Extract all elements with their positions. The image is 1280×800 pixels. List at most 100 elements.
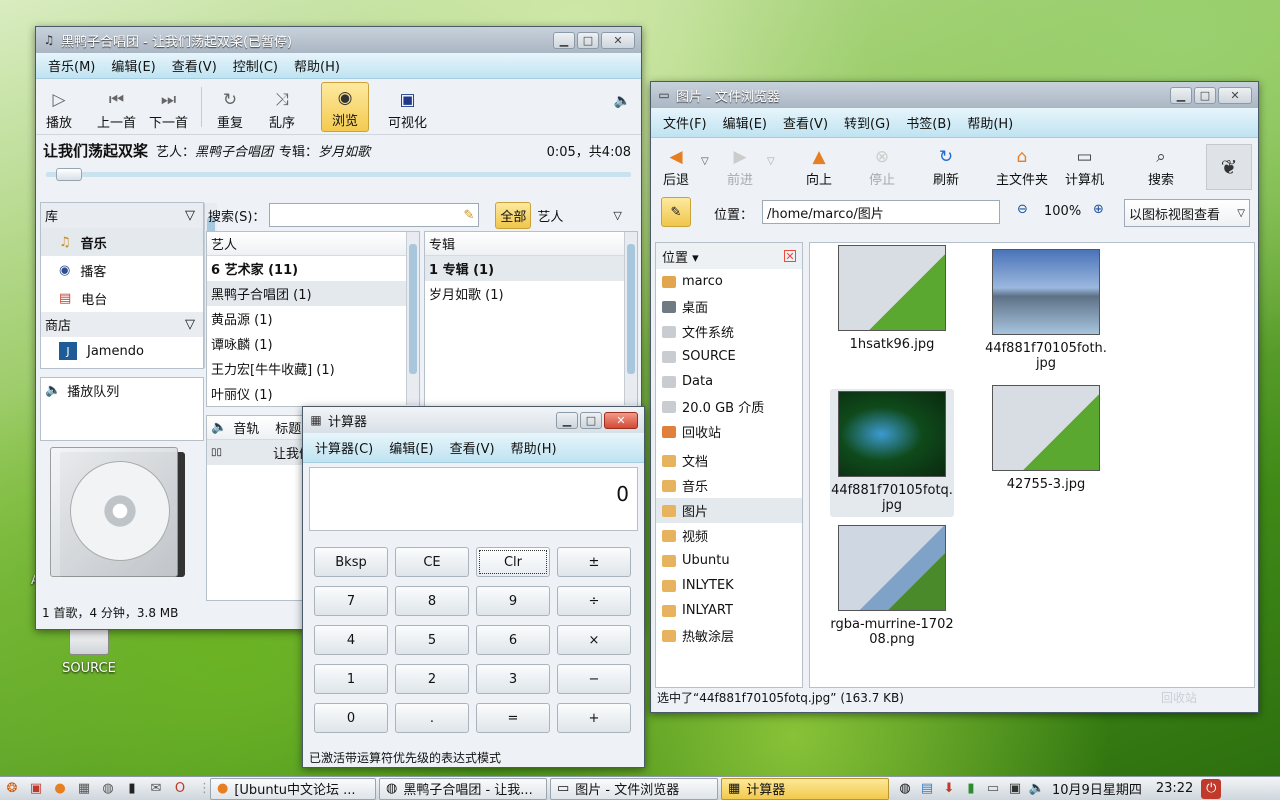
digit-2-button[interactable]: 2 <box>395 664 469 694</box>
forward-button[interactable]: ▶ 前进 <box>727 144 753 188</box>
bookmark-music[interactable]: 音乐 <box>656 473 802 498</box>
maximize-button[interactable]: □ <box>577 31 599 49</box>
close-button[interactable]: ✕ <box>604 411 638 429</box>
calculator-titlebar[interactable]: ▦ 计算器 ▁ □ ✕ <box>303 407 644 433</box>
previous-button[interactable]: ⏮ 上一首 <box>97 85 136 131</box>
digit-1-button[interactable]: 1 <box>314 664 388 694</box>
digit-8-button[interactable]: 8 <box>395 586 469 616</box>
file-item[interactable]: rgba-murrine-170208.png <box>830 525 954 647</box>
artist-scrollbar[interactable] <box>406 232 419 405</box>
menu-edit[interactable]: 编辑(E) <box>381 438 441 457</box>
task-forum[interactable]: ● [Ubuntu中文论坛 ... <box>210 777 376 800</box>
menu-file[interactable]: 文件(F) <box>655 113 715 132</box>
file-item[interactable]: 1hsatk96.jpg <box>830 245 954 352</box>
bookmark-inlyart[interactable]: INLYART <box>656 598 802 623</box>
search-button[interactable]: ⌕ 搜索 <box>1148 144 1174 188</box>
back-button[interactable]: ◀ 后退 <box>663 144 689 188</box>
album-scrollbar[interactable] <box>624 232 637 405</box>
shuffle-button[interactable]: ⤨ 乱序 <box>269 85 295 131</box>
minimize-button[interactable]: ▁ <box>553 31 575 49</box>
clock-time[interactable]: 23:22 <box>1156 781 1193 796</box>
place-filesystem[interactable]: 文件系统 <box>656 319 802 344</box>
clear-entry-button[interactable]: CE <box>395 547 469 577</box>
list-item[interactable]: 黄品源 (1) <box>207 306 419 331</box>
place-desktop[interactable]: 桌面 <box>656 294 802 319</box>
backspace-button[interactable]: Bksp <box>314 547 388 577</box>
maximize-button[interactable]: □ <box>580 411 602 429</box>
list-item[interactable]: 6 艺术家 (11) <box>207 256 419 281</box>
menu-go[interactable]: 转到(G) <box>836 113 898 132</box>
list-item[interactable]: 王力宏[牛牛收藏] (1) <box>207 356 419 381</box>
file-item[interactable]: 44f881f70105fotq.jpg <box>830 389 954 517</box>
desktop-icon-source[interactable]: SOURCE <box>56 625 122 676</box>
location-input[interactable]: /home/marco/图片 <box>762 200 1000 224</box>
menu-calculator[interactable]: 计算器(C) <box>307 438 381 457</box>
shutdown-icon[interactable]: ⏻ <box>1201 778 1222 799</box>
repeat-button[interactable]: ↻ 重复 <box>217 85 243 131</box>
close-icon[interactable]: ✕ <box>784 250 796 263</box>
task-file-browser[interactable]: ▭ 图片 - 文件浏览器 <box>550 777 718 800</box>
list-item[interactable]: 谭咏麟 (1) <box>207 331 419 356</box>
calc-display[interactable]: 0 <box>309 467 638 531</box>
menu-music[interactable]: 音乐(M) <box>40 56 103 75</box>
menu-control[interactable]: 控制(C) <box>225 56 286 75</box>
multiply-button[interactable]: × <box>557 625 631 655</box>
subtract-button[interactable]: − <box>557 664 631 694</box>
digit-4-button[interactable]: 4 <box>314 625 388 655</box>
visualization-button[interactable]: ▣ 可视化 <box>388 85 427 131</box>
zoom-out-icon[interactable]: ⊖ <box>1017 202 1028 217</box>
list-item[interactable]: 1 专辑 (1) <box>425 256 637 281</box>
clear-button[interactable]: Clr <box>476 547 550 577</box>
list-item[interactable]: 叶丽仪 (1) <box>207 381 419 406</box>
list-item[interactable]: 黑鸭子合唱团 (1) <box>207 281 419 306</box>
place-trash[interactable]: 回收站 <box>656 419 802 444</box>
minimize-button[interactable]: ▁ <box>556 411 578 429</box>
next-button[interactable]: ⏭ 下一首 <box>149 85 188 131</box>
sidebar-item-music[interactable]: ♫ 音乐 <box>41 228 203 256</box>
tray-volume-icon[interactable]: 🔈 <box>1028 779 1046 799</box>
task-calculator[interactable]: ▦ 计算器 <box>721 777 889 800</box>
up-button[interactable]: ▲ 向上 <box>806 144 832 188</box>
show-desktop-icon[interactable]: ▣ <box>26 779 46 799</box>
bookmark-ubuntu[interactable]: Ubuntu <box>656 548 802 573</box>
equals-button[interactable]: = <box>476 703 550 733</box>
filter-all-button[interactable]: 全部 <box>495 201 532 229</box>
album-column-header[interactable]: 专辑 <box>425 232 637 256</box>
browse-button[interactable]: ◉ 浏览 <box>321 82 369 132</box>
computer-button[interactable]: ▭ 计算机 <box>1065 144 1104 188</box>
file-item[interactable]: 42755-3.jpg <box>984 385 1108 492</box>
chevron-down-icon[interactable]: ▽ <box>767 156 775 167</box>
sidebar-item-podcast[interactable]: ◉ 播客 <box>41 256 203 284</box>
artist-column-header[interactable]: 艺人 <box>207 232 419 256</box>
place-source[interactable]: SOURCE <box>656 344 802 369</box>
close-button[interactable]: ✕ <box>601 31 635 49</box>
store-header[interactable]: 商店 ▽ <box>41 312 203 337</box>
play-button[interactable]: ▷ 播放 <box>46 85 72 131</box>
add-button[interactable]: + <box>557 703 631 733</box>
decimal-button[interactable]: . <box>395 703 469 733</box>
digit-9-button[interactable]: 9 <box>476 586 550 616</box>
filter-field-select[interactable]: 艺人 <box>537 206 613 225</box>
search-input[interactable]: ✎ <box>269 203 480 227</box>
minimize-button[interactable]: ▁ <box>1170 86 1192 104</box>
edit-location-button[interactable]: ✎ <box>661 197 691 227</box>
list-item[interactable]: 岁月如歌 (1) <box>425 281 637 306</box>
bookmark-thermal[interactable]: 热敏涂层 <box>656 623 802 648</box>
opera-icon[interactable]: O <box>170 779 190 799</box>
clock-date[interactable]: 10月9日星期四 <box>1052 779 1142 798</box>
mail-icon[interactable]: ✉ <box>146 779 166 799</box>
zoom-in-icon[interactable]: ⊕ <box>1093 202 1104 217</box>
rhythmbox-titlebar[interactable]: ♫ 黑鸭子合唱团 - 让我们荡起双桨(已暂停) ▁ □ ✕ <box>36 27 641 53</box>
digit-5-button[interactable]: 5 <box>395 625 469 655</box>
volume-icon[interactable]: 🔈 <box>614 93 631 109</box>
tray-app-icon[interactable]: ◍ <box>896 779 914 799</box>
music-launcher-icon[interactable]: ◍ <box>98 779 118 799</box>
seek-slider[interactable] <box>46 165 631 185</box>
tray-update-icon[interactable]: ⬇ <box>940 779 958 799</box>
digit-7-button[interactable]: 7 <box>314 586 388 616</box>
calculator-launcher-icon[interactable]: ▦ <box>74 779 94 799</box>
file-browser-titlebar[interactable]: ▭ 图片 - 文件浏览器 ▁ □ ✕ <box>651 82 1258 108</box>
home-button[interactable]: ⌂ 主文件夹 <box>996 144 1048 188</box>
maximize-button[interactable]: □ <box>1194 86 1216 104</box>
digit-3-button[interactable]: 3 <box>476 664 550 694</box>
